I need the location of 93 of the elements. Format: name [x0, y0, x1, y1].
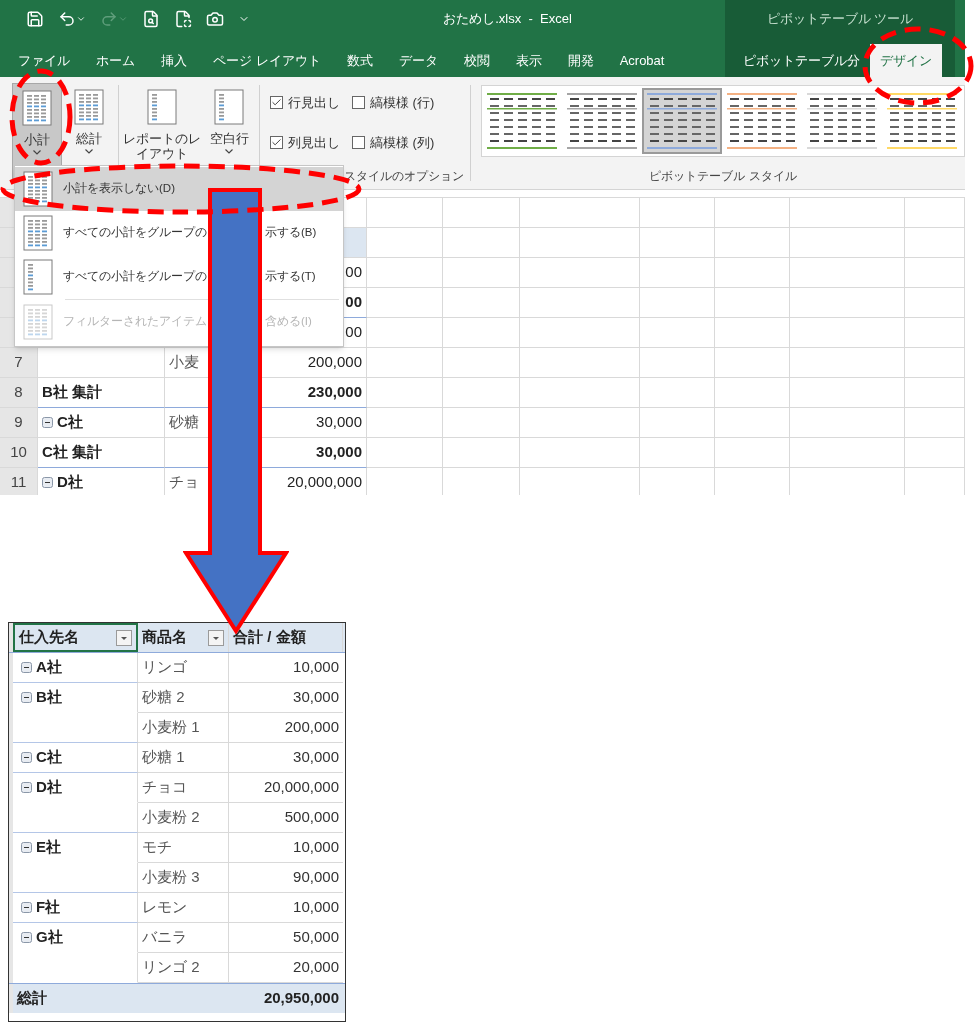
table-cell: C社 集計 — [38, 438, 165, 468]
ribbon-tab[interactable]: ページ レイアウト — [200, 44, 334, 77]
table-layout-icon — [23, 304, 53, 340]
checkbox[interactable]: 縞模様 (列) — [352, 132, 435, 152]
table-layout-icon — [147, 89, 177, 125]
filter-dropdown-button[interactable] — [116, 629, 132, 646]
document-icon[interactable] — [174, 10, 192, 28]
context-title: ピボットテーブル ツール — [766, 10, 914, 29]
ribbon-tab[interactable]: 表示 — [502, 44, 555, 77]
table-cell — [905, 318, 965, 348]
undo-icon[interactable] — [58, 10, 76, 28]
preview-icon[interactable] — [142, 10, 160, 28]
company-label: E社 — [36, 837, 61, 858]
table-cell: 10,000 — [229, 653, 343, 683]
company-label: G社 — [36, 927, 63, 948]
ribbon-tab[interactable]: 校閲 — [450, 44, 503, 77]
table-cell: 10,000 — [229, 833, 343, 863]
collapse-icon[interactable] — [42, 477, 53, 488]
table-cell: バニラ — [138, 923, 229, 953]
company-label: D社 — [36, 777, 62, 798]
table-cell — [905, 288, 965, 318]
company-label: A社 — [36, 657, 62, 678]
table-cell: モチ — [138, 833, 229, 863]
company-label: F社 — [36, 897, 61, 918]
column-header[interactable]: 商品名 — [138, 623, 229, 652]
collapse-icon[interactable] — [21, 842, 32, 853]
table-cell: チョコ — [138, 773, 229, 803]
table-cell: B社 集計 — [38, 378, 165, 408]
total-value: 20,950,000 — [263, 988, 339, 1009]
table-cell: 小麦粉 1 — [138, 713, 229, 743]
ribbon-tab[interactable]: ホーム — [83, 44, 148, 77]
collapse-icon[interactable] — [21, 692, 32, 703]
table-cell: 小麦粉 3 — [138, 863, 229, 893]
table-cell: 30,000 — [229, 683, 343, 713]
column-header[interactable]: 仕入先名 — [13, 623, 138, 652]
row-header: 8 — [0, 378, 38, 408]
table-cell: 小麦粉 2 — [138, 803, 229, 833]
table-cell: 10,000 — [229, 893, 343, 923]
ribbon-tab[interactable]: 挿入 — [148, 44, 200, 77]
save-icon[interactable] — [26, 10, 44, 28]
ribbon-tab[interactable]: ファイル — [5, 44, 83, 77]
collapse-icon[interactable] — [21, 752, 32, 763]
table-cell: 50,000 — [229, 923, 343, 953]
table-cell — [905, 258, 965, 288]
ribbon-tab[interactable]: デザイン — [870, 44, 942, 77]
checkbox[interactable]: 縞模様 (行) — [352, 93, 435, 113]
table-cell: 30,000 — [229, 743, 343, 773]
company-label: D社 — [57, 472, 83, 493]
table-cell: 90,000 — [229, 863, 343, 893]
camera-icon[interactable] — [206, 10, 224, 28]
filter-dropdown-button[interactable] — [208, 629, 224, 646]
table-cell: 500,000 — [229, 803, 343, 833]
collapse-icon[interactable] — [21, 662, 32, 673]
table-cell: レモン — [138, 893, 229, 923]
collapse-icon[interactable] — [21, 932, 32, 943]
row-header: 9 — [0, 408, 38, 438]
table-cell: リンゴ — [138, 653, 229, 683]
checkbox[interactable]: 列見出し — [270, 132, 340, 152]
ribbon-tab[interactable]: 開発 — [554, 44, 607, 77]
ribbon-tab[interactable]: Acrobat — [606, 44, 678, 77]
ribbon-tab[interactable]: データ — [385, 44, 451, 77]
total-label: 総計 — [17, 988, 47, 1009]
checkbox[interactable]: 行見出し — [270, 93, 340, 113]
ribbon-tab[interactable]: 数式 — [333, 44, 386, 77]
row-header: 11 — [0, 468, 38, 495]
table-cell — [905, 228, 965, 258]
group-label: ピボットテーブル スタイル — [649, 168, 797, 185]
table-layout-icon — [22, 90, 52, 126]
table-cell: 200,000 — [229, 713, 343, 743]
table-cell: 20,000,000 — [229, 773, 343, 803]
collapse-icon[interactable] — [21, 902, 32, 913]
table-layout-icon — [23, 215, 53, 251]
company-label: C社 — [36, 747, 62, 768]
table-cell — [905, 438, 965, 468]
collapse-icon[interactable] — [21, 782, 32, 793]
table-layout-icon — [74, 89, 104, 125]
window-title: おためし.xlsx - Excel — [442, 10, 573, 29]
caret-icon[interactable] — [76, 14, 86, 24]
table-cell: 砂糖 1 — [138, 743, 229, 773]
table-cell — [905, 408, 965, 438]
table-layout-icon — [214, 89, 244, 125]
table-cell: 砂糖 2 — [138, 683, 229, 713]
table-cell — [905, 378, 965, 408]
table-layout-icon — [23, 259, 53, 295]
check-icon — [271, 136, 282, 148]
collapse-icon[interactable] — [42, 417, 53, 428]
company-label: B社 — [36, 687, 62, 708]
table-cell — [905, 348, 965, 378]
ribbon-tab[interactable]: ピボットテーブル分 — [733, 44, 870, 77]
company-label: C社 — [57, 412, 83, 433]
row-header: 10 — [0, 438, 38, 468]
row-header: 7 — [0, 348, 38, 378]
style-thumbnail[interactable] — [642, 88, 722, 154]
